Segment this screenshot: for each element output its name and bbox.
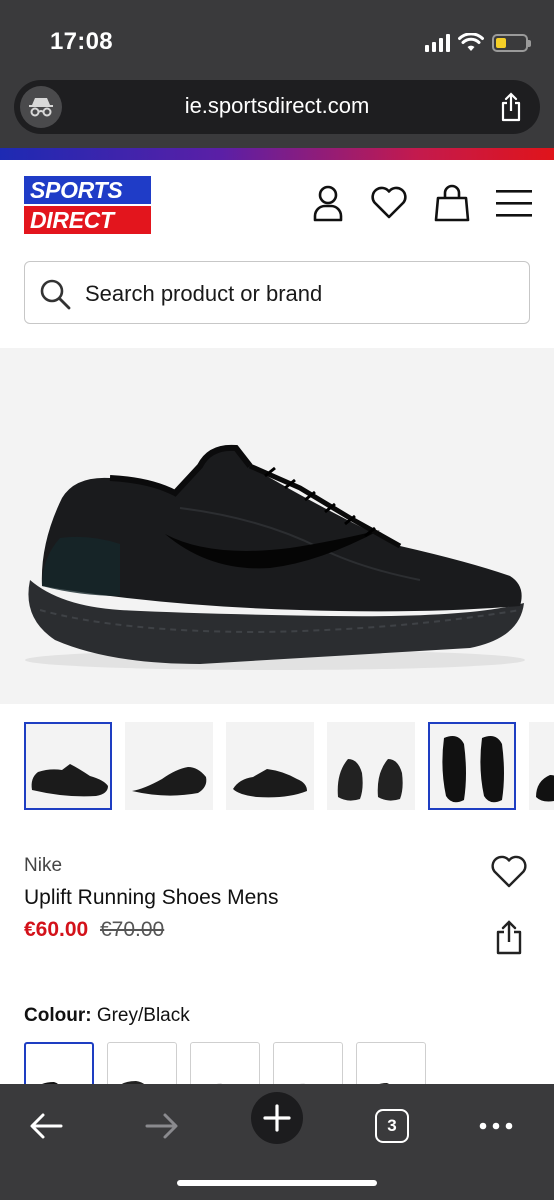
status-time: 17:08 <box>50 28 113 55</box>
search-placeholder: Search product or brand <box>85 281 323 306</box>
wifi-icon <box>458 33 484 51</box>
thumbnail-4[interactable] <box>327 722 415 810</box>
tab-count: 3 <box>375 1109 409 1143</box>
more-button[interactable] <box>466 1096 526 1156</box>
thumbnail-5[interactable] <box>428 722 516 810</box>
thumbnail-3[interactable] <box>226 722 314 810</box>
home-indicator <box>177 1180 377 1186</box>
forward-button[interactable] <box>132 1096 192 1156</box>
share-icon[interactable] <box>498 92 524 127</box>
product-brand[interactable]: Nike <box>24 855 62 877</box>
sports-direct-logo[interactable]: SPORTS DIRECT <box>24 176 151 234</box>
signal-icon <box>425 34 450 52</box>
search-input[interactable]: Search product or brand <box>24 261 530 324</box>
share-product-button[interactable] <box>494 920 524 961</box>
thumbnail-2[interactable] <box>125 722 213 810</box>
more-icon <box>479 1122 513 1130</box>
colour-value: Grey/Black <box>96 1005 190 1026</box>
menu-icon[interactable] <box>496 187 532 219</box>
share-icon <box>496 920 522 955</box>
heart-icon <box>491 855 527 888</box>
status-icons <box>425 30 531 56</box>
header-icons <box>312 184 532 222</box>
url-text[interactable]: ie.sportsdirect.com <box>14 93 540 119</box>
forward-icon <box>145 1113 178 1139</box>
plus-icon <box>263 1104 291 1132</box>
brand-gradient-strip <box>0 148 554 160</box>
product-title: Uplift Running Shoes Mens <box>24 886 279 909</box>
url-bar[interactable]: ie.sportsdirect.com <box>14 80 540 134</box>
product-main-image[interactable] <box>0 348 554 704</box>
bag-icon[interactable] <box>434 184 470 222</box>
logo-line-1: SPORTS <box>24 176 151 204</box>
account-icon[interactable] <box>312 184 344 222</box>
heart-icon[interactable] <box>370 186 408 220</box>
current-price: €60.00 <box>24 918 89 941</box>
tabs-button[interactable]: 3 <box>362 1096 422 1156</box>
thumbnail-6[interactable] <box>529 722 554 810</box>
new-tab-button[interactable] <box>251 1092 303 1144</box>
wishlist-button[interactable] <box>490 855 528 894</box>
colour-label: Colour: Grey/Black <box>24 1005 190 1027</box>
search-icon <box>40 279 71 310</box>
logo-line-2: DIRECT <box>24 206 151 234</box>
back-button[interactable] <box>16 1096 76 1156</box>
browser-chrome-top: 17:08 ie.sportsdirect.com <box>0 0 554 148</box>
thumbnail-strip <box>24 722 554 810</box>
original-price: €70.00 <box>100 918 165 941</box>
colour-label-title: Colour: <box>24 1005 92 1026</box>
back-icon <box>30 1113 63 1139</box>
shoe-image <box>25 444 525 670</box>
battery-icon <box>492 34 531 52</box>
thumbnail-1[interactable] <box>24 722 112 810</box>
